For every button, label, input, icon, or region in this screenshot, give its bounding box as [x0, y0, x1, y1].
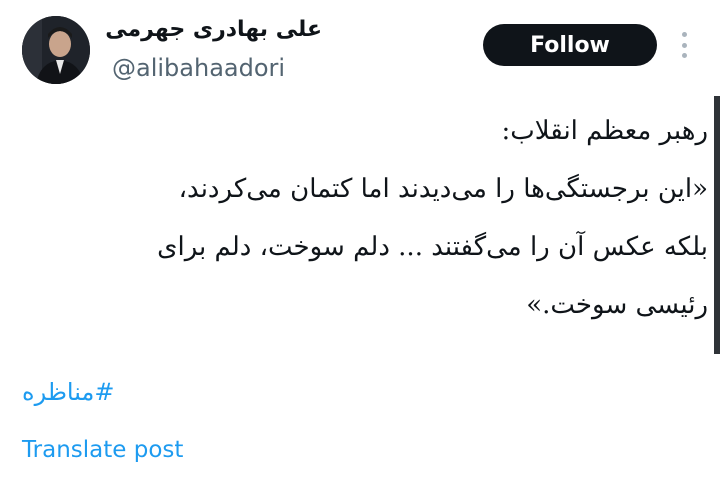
post-text-line: رهبر معظم انقلاب:	[501, 116, 708, 146]
more-dot	[681, 42, 687, 48]
post-text-line: «این برجستگی‌ها را می‌دیدند اما کتمان می…	[178, 174, 708, 204]
more-dot	[681, 32, 687, 37]
post-text-line: بلکه عکس آن را می‌گفتند ... دلم سوخت، دل…	[157, 232, 708, 262]
translate-post-link[interactable]: Translate post	[22, 430, 183, 470]
author-handle[interactable]: @alibahaadori	[112, 50, 285, 86]
post-text-line: رئیسی سوخت.»	[526, 290, 708, 320]
hashtag-link[interactable]: #مناظره	[22, 370, 114, 414]
scrollbar[interactable]	[714, 96, 720, 354]
follow-button[interactable]: Follow	[483, 24, 657, 66]
more-vertical-icon[interactable]	[680, 32, 688, 58]
post-text: رهبر معظم انقلاب: «این برجستگی‌ها را می‌…	[28, 102, 708, 334]
person-portrait-icon	[22, 16, 90, 84]
author-display-name[interactable]: علی بهادری جهرمی	[105, 12, 322, 48]
avatar[interactable]	[22, 16, 90, 84]
more-dot	[681, 53, 687, 58]
